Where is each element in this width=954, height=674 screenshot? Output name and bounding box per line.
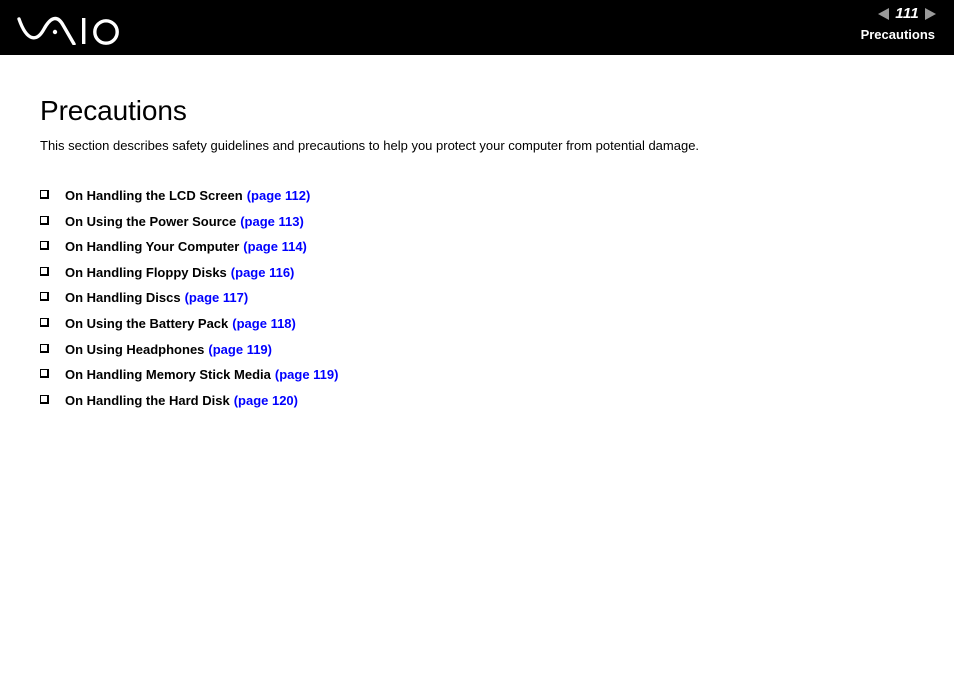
square-bullet-icon [40,343,49,353]
square-bullet-icon [40,394,49,404]
page-navigation: 111 [736,5,936,22]
header-navigation: 111 Precautions [736,5,936,42]
square-bullet-icon [40,241,49,251]
list-item-label: On Handling Your Computer [65,239,240,255]
list-item[interactable]: On Handling the LCD Screen (page 112) [40,187,338,213]
list-item-page-link[interactable]: (page 120) [234,392,298,409]
page-title: Precautions [40,95,187,126]
list-item-label: On Using the Battery Pack [65,315,229,331]
list-item-label: On Handling Memory Stick Media [65,367,271,383]
list-item[interactable]: On Using the Battery Pack (page 118) [40,315,338,341]
list-item-label: On Handling the Hard Disk [65,392,230,408]
square-bullet-icon [40,266,49,276]
list-item-page-link[interactable]: (page 114) [243,238,307,255]
list-item[interactable]: On Handling Your Computer (page 114) [40,238,338,264]
next-page-arrow-icon[interactable] [925,7,936,20]
previous-page-arrow-icon[interactable] [878,7,890,20]
list-item-label: On Handling Discs [65,290,181,306]
list-item-page-link[interactable]: (page 113) [240,213,304,230]
header-section-label: Precautions [860,27,935,42]
square-bullet-icon [40,215,49,225]
list-item[interactable]: On Handling the Hard Disk (page 120) [40,392,338,418]
list-item-label: On Using Headphones [65,341,205,357]
list-item[interactable]: On Handling Memory Stick Media (page 119… [40,366,338,392]
intro-paragraph: This section describes safety guidelines… [40,138,700,153]
list-item-page-link[interactable]: (page 119) [208,341,272,358]
vaio-logo [17,9,123,46]
square-bullet-icon [40,292,49,302]
list-item[interactable]: On Using Headphones (page 119) [40,341,338,367]
list-item-page-link[interactable]: (page 116) [231,264,295,281]
precautions-link-list: On Handling the LCD Screen (page 112) On… [40,187,338,417]
list-item-page-link[interactable]: (page 112) [247,187,311,204]
list-item-page-link[interactable]: (page 118) [232,315,296,332]
square-bullet-icon [40,317,49,327]
list-item-page-link[interactable]: (page 117) [185,289,249,306]
list-item[interactable]: On Handling Discs (page 117) [40,289,338,315]
current-page-number: 111 [895,5,919,22]
list-item[interactable]: On Using the Power Source (page 113) [40,213,338,239]
list-item[interactable]: On Handling Floppy Disks (page 116) [40,264,338,290]
list-item-label: On Handling Floppy Disks [65,264,227,280]
page-header: 111 Precautions [0,0,954,55]
list-item-label: On Using the Power Source [65,213,237,229]
square-bullet-icon [40,190,49,199]
square-bullet-icon [40,369,49,379]
list-item-page-link[interactable]: (page 119) [275,366,339,383]
list-item-label: On Handling the LCD Screen [65,188,243,203]
